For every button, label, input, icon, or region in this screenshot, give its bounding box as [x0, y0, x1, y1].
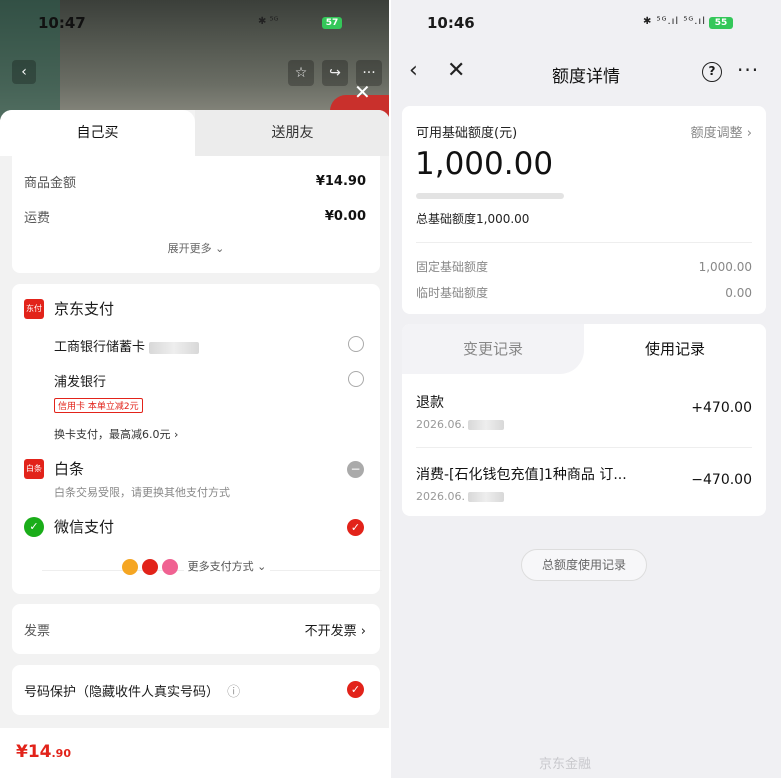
battery-icon: 55: [709, 17, 733, 29]
number-protection-row: 号码保护（隐藏收件人真实号码） ⓘ ✓: [12, 665, 380, 715]
back-icon[interactable]: ‹: [12, 60, 36, 84]
payment-card: 东付 京东支付 工商银行储蓄卡 浦发银行 信用卡 本单立减2元 换卡支付，最高减…: [12, 284, 382, 594]
list-item[interactable]: 消费-[石化钱包充值]1种商品 订... 2026.06. −470.00: [416, 464, 752, 503]
temp-quota-value: 0.00: [725, 285, 752, 300]
list-item[interactable]: 退款 2026.06. +470.00: [416, 392, 752, 431]
number-protection-label: 号码保护（隐藏收件人真实号码）: [24, 685, 220, 700]
record-date: 2026.06.: [416, 418, 752, 431]
help-icon[interactable]: ?: [702, 62, 722, 82]
status-icons: ✱ ⁵ᴳ: [258, 16, 279, 27]
record-date: 2026.06.: [416, 490, 752, 503]
jd-pay-title: 京东支付: [54, 300, 115, 318]
status-icons: ✱ ⁵ᴳ.ıl ⁵ᴳ.ıl: [643, 16, 706, 27]
checkout-panel: 10:47 ✱ ⁵ᴳ 57 ‹ ☆ ↪ ··· ✕ 自己买 送朋友 商品金额 ¥…: [0, 0, 390, 778]
record-amount: +470.00: [691, 400, 752, 416]
baitiao-icon: 白条: [24, 458, 44, 479]
page-title: 额度详情: [552, 67, 620, 87]
fixed-quota-label: 固定基础额度: [416, 260, 489, 274]
quota-detail-panel: 10:46 ✱ ⁵ᴳ.ıl ⁵ᴳ.ıl 55 ‹ ✕ 额度详情 ? ··· 可用…: [391, 0, 781, 778]
more-icon[interactable]: ···: [737, 58, 759, 82]
spdb-label[interactable]: 浦发银行: [54, 371, 106, 390]
tab-buy-for-self[interactable]: 自己买: [0, 110, 195, 156]
jd-pay-icon: 东付: [24, 298, 44, 319]
total-price: ¥14.90: [16, 742, 71, 762]
tab-usage-records[interactable]: 使用记录: [584, 324, 766, 374]
spdb-radio[interactable]: [348, 371, 364, 387]
shipping-value: ¥0.00: [324, 209, 366, 224]
share-icon[interactable]: ↪: [322, 60, 348, 86]
status-time: 10:47: [38, 14, 86, 32]
quota-card: 可用基础额度(元) 额度调整 › 1,000.00 总基础额度1,000.00 …: [402, 106, 766, 314]
wechat-pay-checked-icon[interactable]: ✓: [347, 519, 364, 536]
expand-more-link[interactable]: 展开更多 ⌄: [12, 240, 380, 256]
info-icon[interactable]: ⓘ: [227, 685, 240, 700]
icbc-option[interactable]: 工商银行储蓄卡: [54, 336, 200, 355]
wechat-pay-option[interactable]: ✓ 微信支付: [24, 516, 114, 537]
battery-icon: 57: [322, 17, 342, 29]
total-quota-records-button[interactable]: 总额度使用记录: [521, 549, 647, 581]
jd-finance-watermark: 京东金融: [539, 757, 592, 772]
baitiao-disabled-icon: −: [347, 461, 364, 478]
switch-card-link[interactable]: 换卡支付，最高减6.0元 ›: [54, 426, 178, 442]
tab-change-records[interactable]: 变更记录: [402, 324, 584, 374]
close-icon[interactable]: ✕: [354, 80, 371, 104]
spdb-discount-tag: 信用卡 本单立减2元: [54, 394, 143, 413]
goods-amount-label: 商品金额: [24, 176, 77, 191]
records-card: 变更记录 使用记录 退款 2026.06. +470.00 消费-[石化钱包充值…: [402, 324, 766, 516]
favorite-icon[interactable]: ☆: [288, 60, 314, 86]
invoice-value: 不开发票 ›: [304, 624, 366, 639]
invoice-label: 发票: [24, 624, 51, 639]
status-time: 10:46: [427, 14, 475, 32]
temp-quota-label: 临时基础额度: [416, 286, 489, 300]
icbc-label: 工商银行储蓄卡: [54, 340, 146, 355]
payment-mini-icons: [121, 559, 178, 575]
number-protection-checked-icon[interactable]: ✓: [347, 681, 364, 698]
nav-bar: ‹ ✕ 额度详情 ? ···: [391, 56, 781, 90]
invoice-row[interactable]: 发票 不开发票 ›: [12, 604, 380, 654]
quota-progress-bar: [416, 193, 564, 199]
card-number-blur: [149, 341, 200, 354]
goods-amount-value: ¥14.90: [315, 174, 366, 189]
more-payment-methods[interactable]: 更多支付方式 ⌄: [12, 558, 380, 575]
shipping-label: 运费: [24, 211, 51, 226]
record-amount: −470.00: [691, 472, 752, 488]
wechat-pay-icon: ✓: [24, 516, 44, 537]
available-quota-amount: 1,000.00: [415, 146, 554, 182]
available-quota-label: 可用基础额度(元): [416, 126, 518, 141]
checkout-sheet: 自己买 送朋友 商品金额 ¥14.90 运费 ¥0.00 展开更多 ⌄ 东付 京…: [0, 110, 390, 778]
quota-adjust-link[interactable]: 额度调整 ›: [691, 122, 752, 141]
tab-send-to-friend[interactable]: 送朋友: [195, 110, 390, 156]
wechat-pay-title: 微信支付: [54, 518, 115, 536]
baitiao-note: 白条交易受限，请更换其他支付方式: [54, 486, 230, 499]
bottom-bar: ¥14.90: [0, 728, 390, 778]
fixed-quota-value: 1,000.00: [698, 259, 752, 274]
icbc-radio[interactable]: [348, 336, 364, 352]
amount-card: 商品金额 ¥14.90 运费 ¥0.00 展开更多 ⌄: [12, 156, 380, 273]
total-quota: 总基础额度1,000.00: [416, 212, 530, 226]
baitiao-title: 白条: [54, 460, 85, 478]
